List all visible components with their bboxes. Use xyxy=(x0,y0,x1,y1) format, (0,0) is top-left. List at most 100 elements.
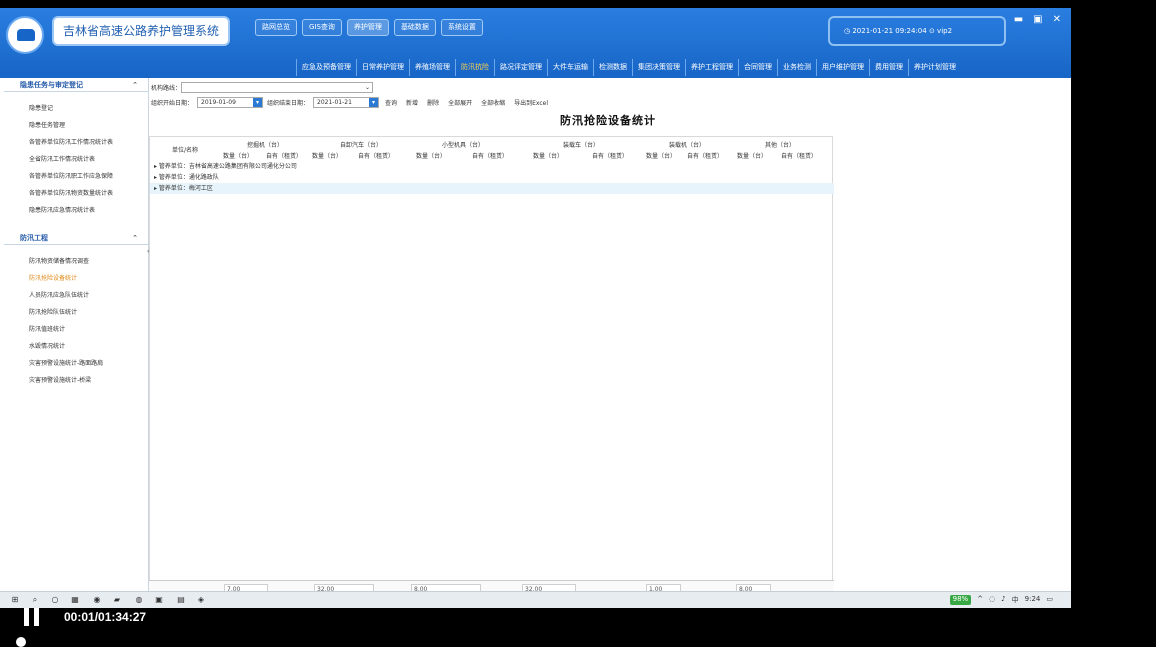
top-navigation: 路网总览 GIS查询 养护管理 基础数据 系统设置 xyxy=(255,19,483,36)
filter-row-dates: 组织开始日期： 2019-01-09 ▾ 组织结束日期： 2021-01-21 … xyxy=(149,95,557,109)
search-icon[interactable]: ⌕ xyxy=(30,595,40,605)
tab-road-rating[interactable]: 路况评定管理 xyxy=(494,59,547,76)
column-group: 自卸汽车（台） xyxy=(340,142,383,149)
sidebar-section-hazard[interactable]: 隐患任务与审定登记 ⌃ xyxy=(4,78,148,92)
sidebar-item[interactable]: 灾害预警设施统计-桥梁 xyxy=(4,372,148,389)
task-view-icon[interactable]: ○ xyxy=(50,595,60,605)
folder-icon[interactable]: ▰ xyxy=(112,595,122,605)
windows-start-icon[interactable]: ⊞ xyxy=(10,595,20,605)
sidebar-item[interactable]: 灾害预警设施统计-路面路肩 xyxy=(4,355,148,372)
tab-business-inspection[interactable]: 业务检测 xyxy=(777,59,816,76)
tab-inspection-data[interactable]: 检测数据 xyxy=(593,59,632,76)
start-date-value: 2019-01-09 xyxy=(201,98,236,106)
column-header: 数量（台） xyxy=(646,153,677,160)
tab-maintenance-project[interactable]: 养护工程管理 xyxy=(685,59,738,76)
clock-text[interactable]: 9:24 xyxy=(1025,595,1041,605)
tab-costs[interactable]: 费用管理 xyxy=(869,59,908,76)
chrome-icon[interactable]: ◍ xyxy=(134,595,144,605)
sidebar-item[interactable]: 防汛抢险队伍统计 xyxy=(4,304,148,321)
end-date-input[interactable]: 2021-01-21 ▾ xyxy=(313,96,380,108)
sidebar-item[interactable]: 隐患防汛应急情况统计表 xyxy=(4,202,148,219)
collapse-all-button[interactable]: 全部收缩 xyxy=(481,98,505,107)
column-header: 自有（租赁） xyxy=(592,153,629,160)
restore-icon[interactable]: ▣ xyxy=(1033,14,1042,25)
chevron-up-icon[interactable]: ⌃ xyxy=(132,78,138,92)
sidebar-item[interactable]: 各管养单位防汛职工作应急保障 xyxy=(4,168,148,185)
sidebar-item[interactable]: 防汛物资储备情况调查 xyxy=(4,253,148,270)
topnav-basic-data[interactable]: 基础数据 xyxy=(393,19,436,36)
chevron-up-icon[interactable]: ^ xyxy=(977,595,983,605)
column-header: 数量（台） xyxy=(533,153,564,160)
video-player-bar: 00:01/01:34:27 xyxy=(0,608,1156,647)
input-lang[interactable]: 中 xyxy=(1012,595,1019,605)
column-header: 数量（台） xyxy=(416,153,447,160)
tab-oversize[interactable]: 大件车运输 xyxy=(547,59,593,76)
column-header: 数量（台） xyxy=(312,153,343,160)
tab-group-decision[interactable]: 集团决策管理 xyxy=(632,59,685,76)
export-excel-button[interactable]: 导出到Excel xyxy=(514,98,548,107)
tab-plan[interactable]: 养护计划管理 xyxy=(908,59,961,76)
network-icon[interactable]: ◌ xyxy=(989,595,995,605)
app-window-icon[interactable]: ▤ xyxy=(176,595,186,605)
table-row[interactable]: ▸ 管养单位：吉林省高速公路集团有限公司通化分公司 xyxy=(150,161,834,172)
end-date-label: 组织结束日期： xyxy=(267,99,310,107)
tab-farm[interactable]: 养殖场管理 xyxy=(409,59,455,76)
close-icon[interactable]: ✕ xyxy=(1053,14,1061,25)
calendar-dropdown-icon[interactable]: ▾ xyxy=(253,97,263,107)
chevron-down-icon[interactable]: ⌄ xyxy=(363,83,372,92)
shield-icon[interactable]: ◈ xyxy=(196,595,206,605)
org-select[interactable]: ⌄ xyxy=(181,81,374,93)
sidebar-item[interactable]: 各管养单位防汛工作情况统计表 xyxy=(4,134,148,151)
sidebar-item[interactable]: 防汛值班统计 xyxy=(4,321,148,338)
topnav-gis[interactable]: GIS查询 xyxy=(302,19,342,36)
minimize-icon[interactable]: ▬ xyxy=(1014,14,1023,25)
pause-icon[interactable] xyxy=(24,608,40,626)
topnav-overview[interactable]: 路网总览 xyxy=(255,19,297,36)
outlook-icon[interactable]: ▣ xyxy=(154,595,164,605)
section-title: 隐患任务与审定登记 xyxy=(20,81,83,89)
search-button[interactable]: 查询 xyxy=(385,98,397,107)
sidebar-item[interactable]: 人员防汛应急队伍统计 xyxy=(4,287,148,304)
notification-icon[interactable]: ▭ xyxy=(1046,595,1053,605)
sidebar-item[interactable]: 隐患登记 xyxy=(4,100,148,117)
column-header: 自有（租赁） xyxy=(358,153,395,160)
column-header: 自有（租赁） xyxy=(266,153,303,160)
sidebar: 隐患任务与审定登记 ⌃ 隐患登记 隐患任务管理 各管养单位防汛工作情况统计表 全… xyxy=(4,78,153,603)
clock-icon: ◷ xyxy=(844,27,851,35)
column-group: 装载车（台） xyxy=(563,142,600,149)
browser-icon[interactable]: ◉ xyxy=(92,595,102,605)
table-row[interactable]: ▸ 管养单位：梅河工区 xyxy=(150,183,834,194)
topnav-maintenance[interactable]: 养护管理 xyxy=(346,19,389,36)
expand-all-button[interactable]: 全部展开 xyxy=(448,98,472,107)
column-header: 自有（租赁） xyxy=(472,153,509,160)
add-button[interactable]: 新增 xyxy=(406,98,418,107)
volume-icon[interactable]: ♪ xyxy=(1001,595,1005,605)
battery-indicator[interactable]: 98% xyxy=(949,595,972,605)
tab-users[interactable]: 用户维护管理 xyxy=(816,59,869,76)
org-label: 机构路线： xyxy=(151,84,182,92)
sidebar-item[interactable]: 各管养单位防汛物资数量统计表 xyxy=(4,185,148,202)
tab-emergency[interactable]: 应急及预备管理 xyxy=(296,59,356,76)
app-icon[interactable]: ▦ xyxy=(70,595,80,605)
car-icon xyxy=(17,29,35,41)
tab-contracts[interactable]: 合同管理 xyxy=(738,59,777,76)
sidebar-item[interactable]: 全省防汛工作情况统计表 xyxy=(4,151,148,168)
sidebar-item-active[interactable]: 防汛抢险设备统计 xyxy=(4,270,148,287)
topnav-settings[interactable]: 系统设置 xyxy=(440,19,483,36)
sidebar-section-flood[interactable]: 防汛工程 ⌃ xyxy=(4,231,148,245)
tab-flood[interactable]: 防汛抗险 xyxy=(455,59,494,76)
delete-button[interactable]: 删除 xyxy=(427,98,439,107)
status-box: ◷ 2021-01-21 09:24:04 ⊙ vip2 xyxy=(828,16,1006,46)
sidebar-item[interactable]: 隐患任务管理 xyxy=(4,117,148,134)
end-date-value: 2021-01-21 xyxy=(317,98,352,106)
column-group: 装载机（台） xyxy=(669,142,706,149)
filter-row-org: 机构路线： ⌄ xyxy=(149,80,374,94)
tab-daily-maintenance[interactable]: 日常养护管理 xyxy=(356,59,409,76)
chevron-up-icon[interactable]: ⌃ xyxy=(132,231,138,245)
calendar-dropdown-icon[interactable]: ▾ xyxy=(369,97,379,107)
column-group: 小型机具（台） xyxy=(442,142,485,149)
sidebar-item[interactable]: 水毁情况统计 xyxy=(4,338,148,355)
start-date-input[interactable]: 2019-01-09 ▾ xyxy=(197,96,264,108)
table-row[interactable]: ▸ 管养单位：通化路政队 xyxy=(150,172,834,183)
column-header: 数量（台） xyxy=(223,153,254,160)
